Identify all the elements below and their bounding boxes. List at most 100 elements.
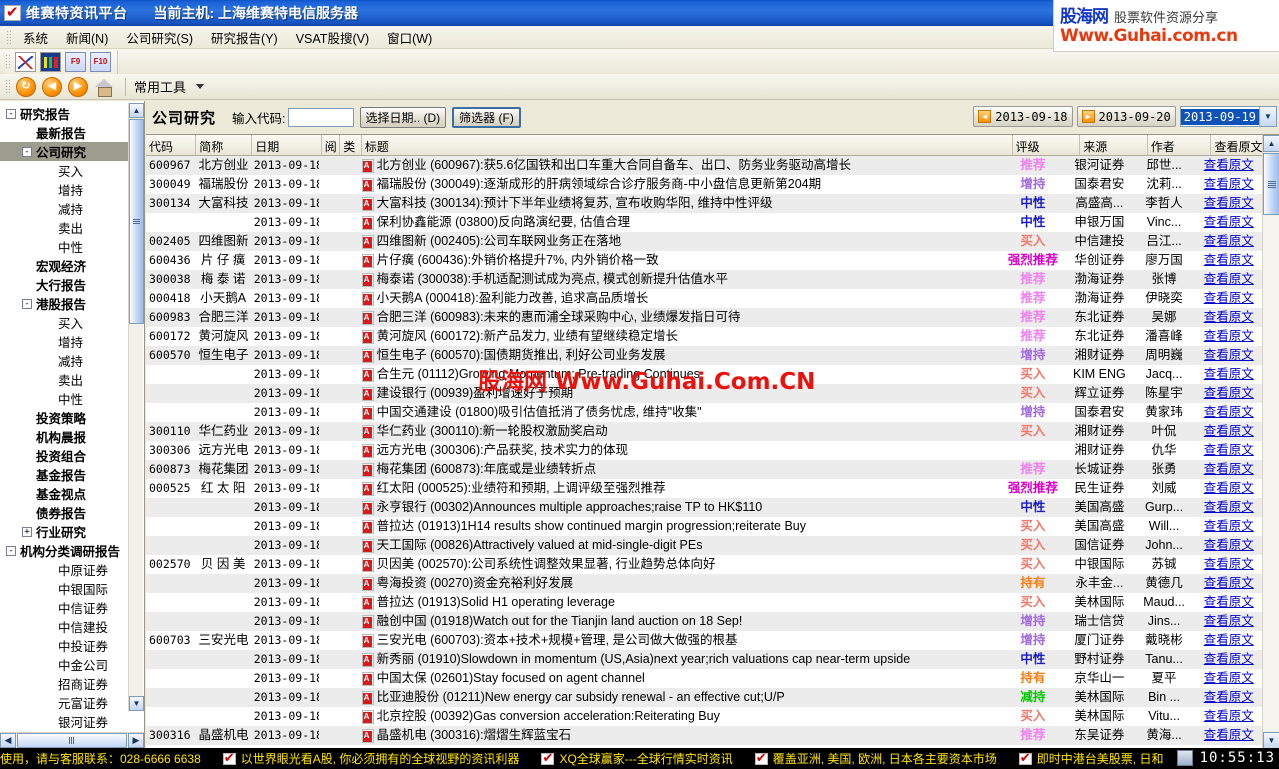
table-row[interactable]: 600967 北方创业 2013-09-18 北方创业 (600967):获5.6亿国… [146,156,1262,175]
table-row[interactable]: 2013-09-18 融创中国 (01918)Watch out for the … [146,612,1262,631]
table-row[interactable]: 600570 恒生电子 2013-09-18 恒生电子 (600570):国债期货推出… [146,346,1262,365]
cell-view-original-link[interactable]: 查看原文 [1195,308,1262,327]
cell-title[interactable]: 片仔癀 (600436):外销价格提升7%, 内外销价格一致 [359,251,1000,270]
cell-title[interactable]: 中国太保 (02601)Stay focused on agent channe… [359,669,1000,688]
sidebar-item-31[interactable]: 元富证券 [0,693,144,712]
cell-view-original-link[interactable]: 查看原文 [1195,175,1262,194]
table-row[interactable]: 2013-09-18 保利协鑫能源 (03800)反向路演纪要, 估值合理 中性 申银… [146,213,1262,232]
cell-title[interactable]: 普拉达 (01913)1H14 results show continued m… [359,517,1000,536]
cell-view-original-link[interactable]: 查看原文 [1195,517,1262,536]
sidebar-item-14[interactable]: 卖出 [0,370,144,389]
menu-item-research-report[interactable]: 研究报告(Y) [202,26,287,49]
sidebar-item-4[interactable]: 增持 [0,180,144,199]
cell-title[interactable]: 合生元 (01112)Growing Momentum; Pre-trading… [359,365,1000,384]
back-arrow-icon[interactable]: ◀ [42,76,62,97]
table-row[interactable]: 2013-09-18 比亚迪股份 (01211)New energy car su… [146,688,1262,707]
cell-view-original-link[interactable]: 查看原文 [1195,707,1262,726]
sidebar-item-25[interactable]: 中银国际 [0,579,144,598]
cell-title[interactable]: 华仁药业 (300110):新一轮股权激励奖启动 [359,422,1000,441]
sidebar-item-17[interactable]: 机构晨报 [0,427,144,446]
table-row[interactable]: 600703 三安光电 2013-09-18 三安光电 (600703):资本+技术+… [146,631,1262,650]
cell-title[interactable]: 中国交通建设 (01800)吸引估值抵消了债务忧虑, 维持"收集" [359,403,1000,422]
bar-chart-icon[interactable] [40,51,61,72]
cell-view-original-link[interactable]: 查看原文 [1195,650,1262,669]
cell-view-original-link[interactable]: 查看原文 [1195,422,1262,441]
sidebar-item-18[interactable]: 投资组合 [0,446,144,465]
date-combobox[interactable]: 2013-09-19 ▼ [1179,106,1277,127]
cell-title[interactable]: 合肥三洋 (600983):未来的惠而浦全球采购中心, 业绩爆发指日可待 [359,308,1000,327]
cell-title[interactable]: 小天鹅A (000418):盈利能力改善, 追求高品质增长 [359,289,1000,308]
line-chart-icon[interactable] [15,51,36,72]
sidebar-item-30[interactable]: 招商证券 [0,674,144,693]
sidebar-scroll-down-button[interactable]: ▼ [129,696,144,711]
cell-view-original-link[interactable]: 查看原文 [1195,270,1262,289]
cell-title[interactable]: 红太阳 (000525):业绩符和预期, 上调评级至强烈推荐 [359,479,1000,498]
previous-date-button[interactable]: ◀ 2013-09-18 [973,106,1073,127]
sidebar-vertical-scrollbar[interactable]: ▲ ▼ [128,103,144,711]
column-header-2[interactable]: 日期 [252,135,322,155]
column-header-1[interactable]: 简称 [196,135,253,155]
menu-item-news[interactable]: 新闻(N) [57,26,117,49]
table-row[interactable]: 2013-09-18 中国太保 (02601)Stay focused on ag… [146,669,1262,688]
cell-view-original-link[interactable]: 查看原文 [1195,612,1262,631]
column-header-5[interactable]: 标题 [362,135,1013,155]
table-row[interactable]: 600873 梅花集团 2013-09-18 梅花集团 (600873):年底或是业绩… [146,460,1262,479]
cell-view-original-link[interactable]: 查看原文 [1195,194,1262,213]
sidebar-scroll-right-button[interactable]: ▶ [128,733,144,748]
sidebar-item-6[interactable]: 卖出 [0,218,144,237]
sidebar-horizontal-scrollbar[interactable]: ◀ ▶ [0,732,144,748]
table-row[interactable]: 600436 片 仔 癀 2013-09-18 片仔癀 (600436):外销价格提升… [146,251,1262,270]
table-row[interactable]: 002570 贝 因 美 2013-09-18 贝因美 (002570):公司系统性调… [146,555,1262,574]
table-row[interactable]: 2013-09-18 合生元 (01112)Growing Momentum; P… [146,365,1262,384]
table-row[interactable]: 2013-09-18 天工国际 (00826)Attractively value… [146,536,1262,555]
sidebar-item-5[interactable]: 减持 [0,199,144,218]
table-row[interactable]: 300306 远方光电 2013-09-18 远方光电 (300306):产品获奖, … [146,441,1262,460]
cell-view-original-link[interactable]: 查看原文 [1195,669,1262,688]
cell-title[interactable]: 北方创业 (600967):获5.6亿国铁和出口车重大合同自备车、出口、防务业务… [359,156,1000,175]
sidebar-scroll-thumb[interactable] [129,119,144,324]
cell-title[interactable]: 福瑞股份 (300049):逐渐成形的肝病领域综合诊疗服务商-中小盘信息更新第2… [359,175,1000,194]
cell-view-original-link[interactable]: 查看原文 [1195,688,1262,707]
cell-title[interactable]: 三安光电 (600703):资本+技术+规模+管理, 是公司做大做强的根基 [359,631,1000,650]
table-row[interactable]: 2013-09-18 粤海投资 (00270)资金充裕利好发展 持有 永丰金... 黄德… [146,574,1262,593]
cell-view-original-link[interactable]: 查看原文 [1195,327,1262,346]
cell-view-original-link[interactable]: 查看原文 [1195,441,1262,460]
cell-title[interactable]: 融创中国 (01918)Watch out for the Tianjin la… [359,612,1000,631]
cell-view-original-link[interactable]: 查看原文 [1195,346,1262,365]
cell-view-original-link[interactable]: 查看原文 [1195,289,1262,308]
sidebar-item-21[interactable]: 债券报告 [0,503,144,522]
cell-view-original-link[interactable]: 查看原文 [1195,479,1262,498]
sidebar-item-15[interactable]: 中性 [0,389,144,408]
sidebar-scroll-up-button[interactable]: ▲ [129,103,144,118]
cell-view-original-link[interactable]: 查看原文 [1195,365,1262,384]
table-row[interactable]: 2013-09-18 建设银行 (00939)盈利增速好于预期 买入 辉立证券 陈星宇查… [146,384,1262,403]
sidebar-item-29[interactable]: 中金公司 [0,655,144,674]
cell-title[interactable]: 建设银行 (00939)盈利增速好于预期 [359,384,1000,403]
cell-view-original-link[interactable]: 查看原文 [1195,460,1262,479]
cell-title[interactable]: 梅泰诺 (300038):手机适配测试成为亮点, 模式创新提升估值水平 [359,270,1000,289]
cell-view-original-link[interactable]: 查看原文 [1195,251,1262,270]
table-row[interactable]: 300316 晶盛机电 2013-09-18 晶盛机电 (300316):熠熠生辉蓝宝… [146,726,1262,745]
f9-button[interactable]: F9 [65,51,86,72]
table-row[interactable]: 300038 梅 泰 诺 2013-09-18 梅泰诺 (300038):手机适配测试… [146,270,1262,289]
sidebar-item-2[interactable]: - 公司研究 [0,142,144,161]
sidebar-item-20[interactable]: 基金视点 [0,484,144,503]
sidebar-item-10[interactable]: - 港股报告 [0,294,144,313]
collapse-icon[interactable]: - [22,298,32,309]
common-tools-label[interactable]: 常用工具 [132,77,192,96]
cell-view-original-link[interactable]: 查看原文 [1195,726,1262,745]
f10-button[interactable]: F10 [90,51,111,72]
collapse-icon[interactable]: - [6,108,16,119]
column-header-3[interactable]: 阅 [322,135,341,155]
table-row[interactable]: 600983 合肥三洋 2013-09-18 合肥三洋 (600983):未来的惠而浦… [146,308,1262,327]
menu-item-window[interactable]: 窗口(W) [378,26,441,49]
sidebar-item-27[interactable]: 中信建投 [0,617,144,636]
sidebar-item-11[interactable]: 买入 [0,313,144,332]
sidebar-item-22[interactable]: + 行业研究 [0,522,144,541]
cell-view-original-link[interactable]: 查看原文 [1195,631,1262,650]
table-row[interactable]: 300134 大富科技 2013-09-18 大富科技 (300134):预计下半年业… [146,194,1262,213]
table-row[interactable]: 2013-09-18 永亨银行 (00302)Announces multiple… [146,498,1262,517]
cell-view-original-link[interactable]: 查看原文 [1195,536,1262,555]
cell-title[interactable]: 大富科技 (300134):预计下半年业绩将复苏, 宣布收购华阳, 维持中性评级 [359,194,1000,213]
sidebar-item-24[interactable]: 中原证券 [0,560,144,579]
